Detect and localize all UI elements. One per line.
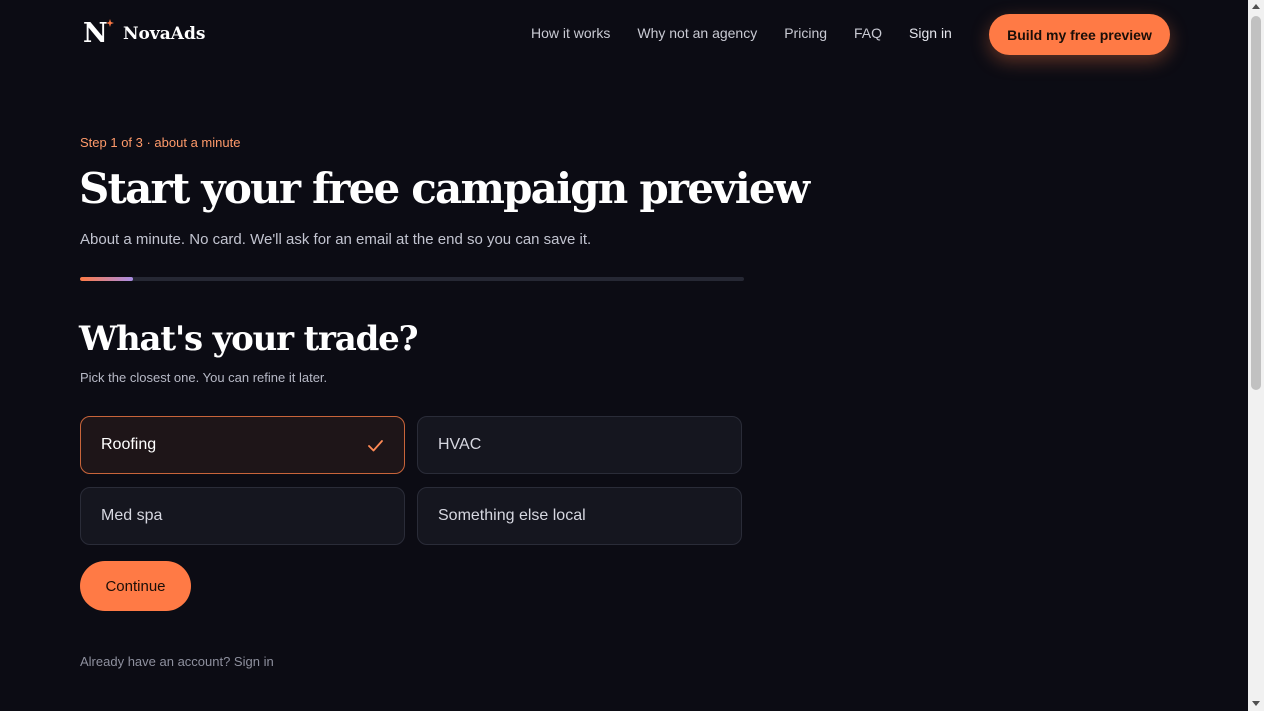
- option-label: Something else local: [438, 507, 586, 524]
- scrollbar-thumb[interactable]: [1251, 16, 1261, 390]
- page-subtitle: About a minute. No card. We'll ask for a…: [80, 231, 592, 248]
- option-label: Med spa: [101, 507, 163, 524]
- option-label: HVAC: [438, 436, 482, 453]
- main-nav: How it works Why not an agency Pricing F…: [531, 25, 979, 41]
- question-heading: What's your trade?: [79, 319, 419, 359]
- logo-letter: N: [83, 18, 108, 49]
- scroll-down-arrow-icon[interactable]: [1248, 697, 1264, 711]
- nav-sign-in[interactable]: Sign in: [909, 25, 952, 41]
- page: N NovaAds How it works Why not an agency…: [0, 0, 1248, 711]
- nav-why-not-agency[interactable]: Why not an agency: [637, 25, 757, 41]
- option-hvac[interactable]: HVAC: [417, 416, 742, 474]
- step-indicator: Step 1 of 3 · about a minute: [80, 135, 241, 150]
- continue-button[interactable]: Continue: [80, 561, 191, 611]
- page-title: Start your free campaign preview: [79, 164, 810, 213]
- nav-pricing[interactable]: Pricing: [784, 25, 827, 41]
- progress-fill: [80, 277, 134, 281]
- option-label: Roofing: [101, 436, 157, 453]
- progress-bar: [80, 277, 744, 281]
- nav-how-it-works[interactable]: How it works: [531, 25, 610, 41]
- vertical-scrollbar[interactable]: [1248, 0, 1264, 711]
- scroll-up-arrow-icon[interactable]: [1248, 0, 1264, 14]
- sign-in-link[interactable]: Already have an account? Sign in: [80, 654, 274, 669]
- build-preview-button[interactable]: Build my free preview: [989, 14, 1170, 55]
- check-icon: [368, 440, 383, 452]
- logo[interactable]: N NovaAds: [83, 18, 206, 49]
- option-something-else[interactable]: Something else local: [417, 487, 742, 545]
- option-med-spa[interactable]: Med spa: [80, 487, 405, 545]
- question-hint: Pick the closest one. You can refine it …: [80, 370, 328, 385]
- logo-mark: N: [83, 18, 114, 49]
- brand-name: NovaAds: [123, 24, 206, 44]
- option-roofing[interactable]: Roofing: [80, 416, 405, 474]
- nav-faq[interactable]: FAQ: [854, 25, 882, 41]
